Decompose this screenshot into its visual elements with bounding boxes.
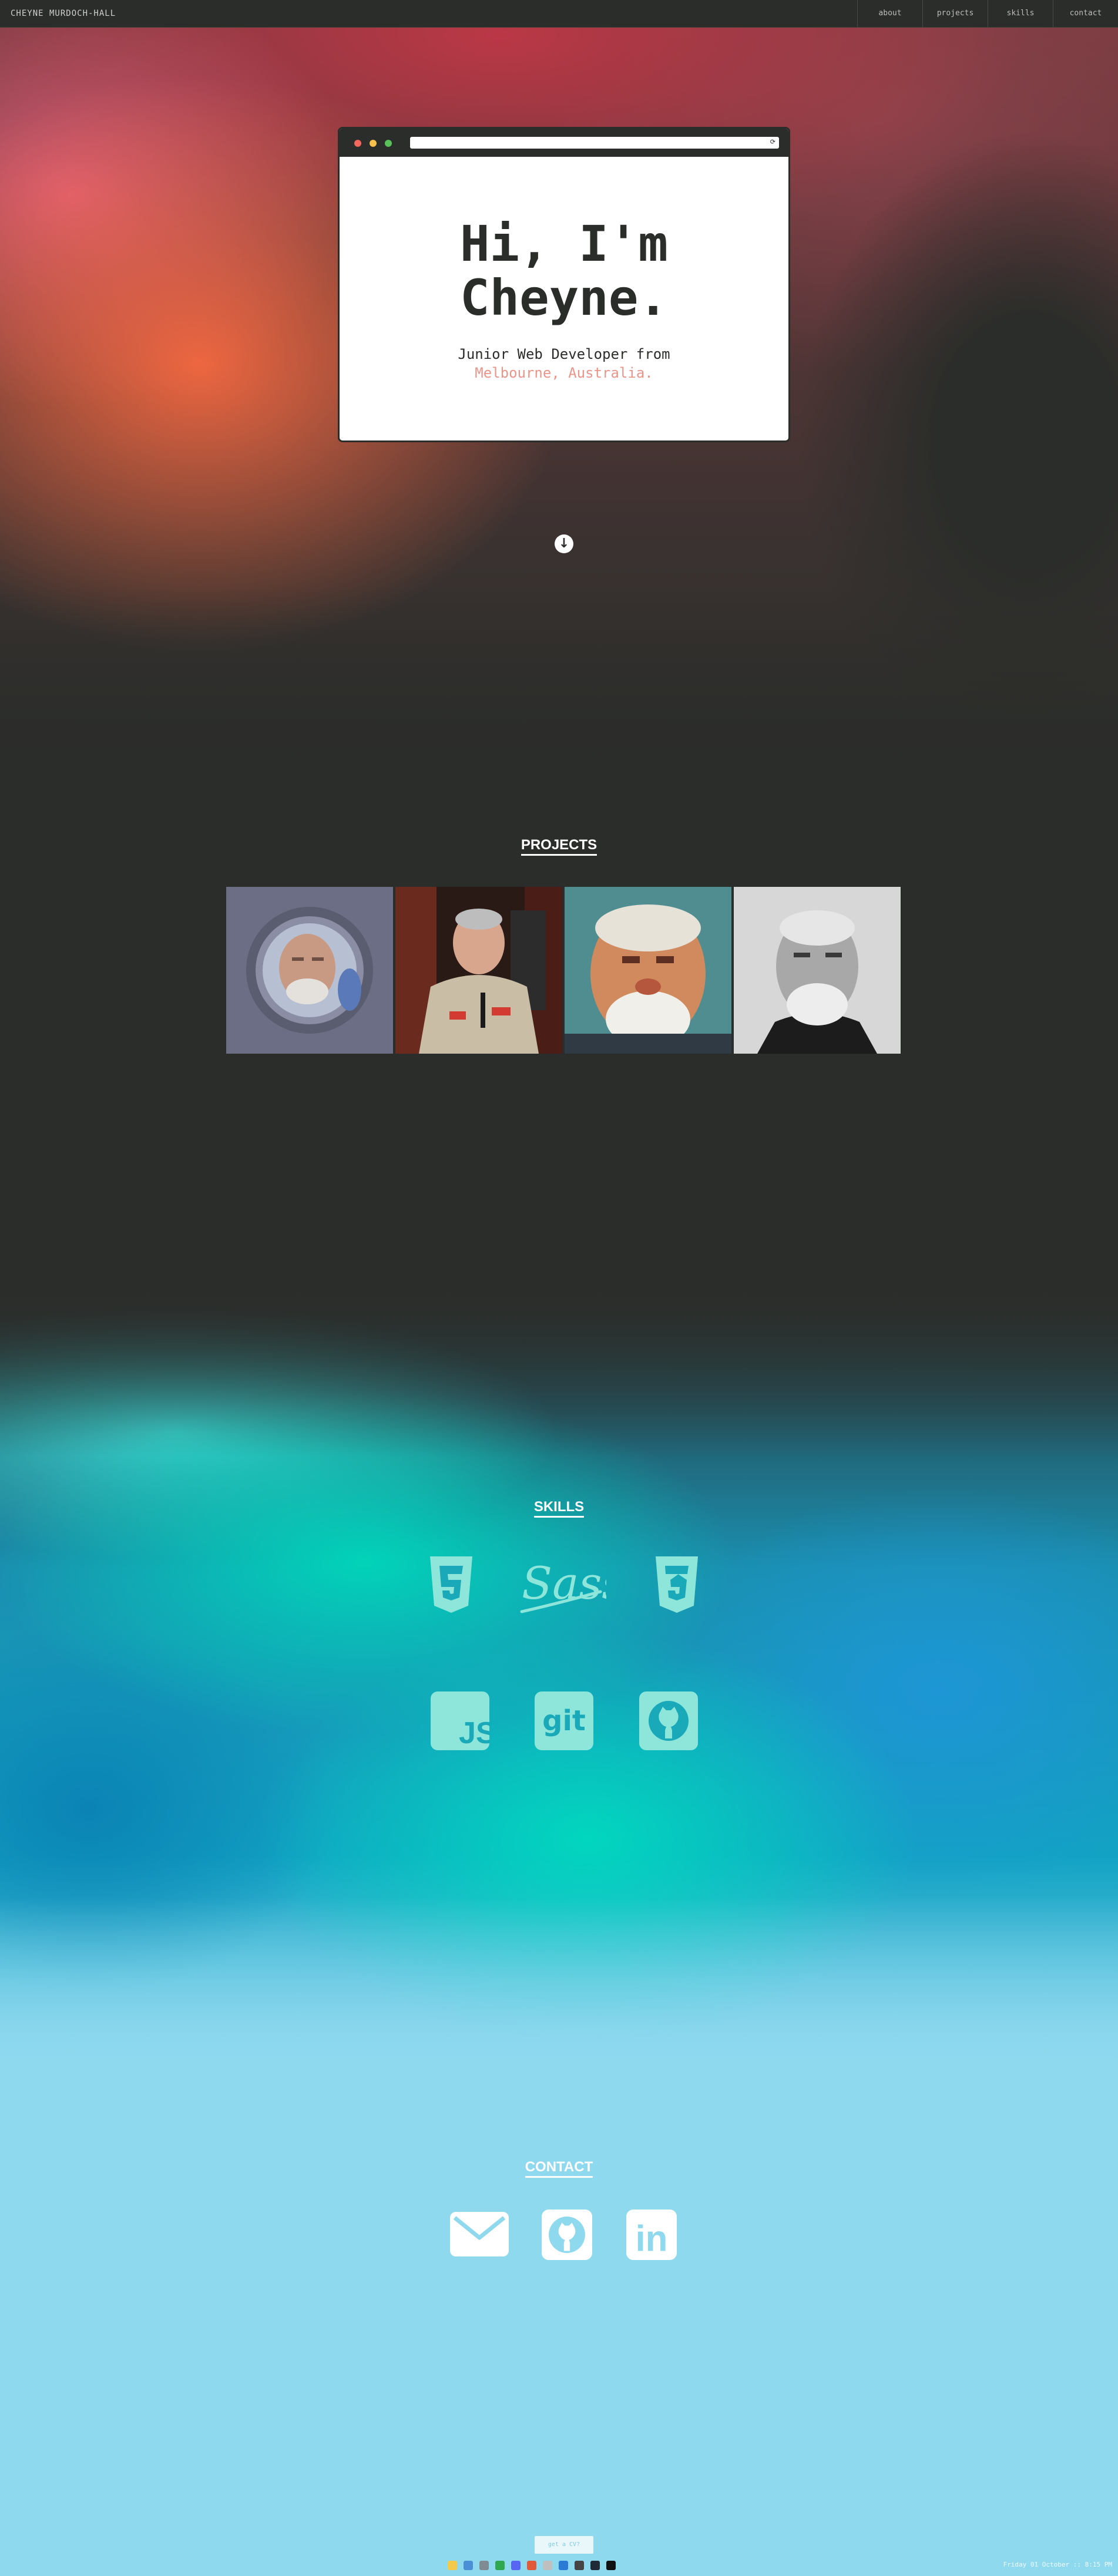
svg-text:JS: JS (459, 1716, 489, 1750)
top-nav: CHEYNE MURDOCH-HALL about projects skill… (0, 0, 1118, 28)
hero-subtitle: Junior Web Developer from Melbourne, Aus… (340, 345, 788, 382)
taskbar: Friday 01 October :: 8:15 PM (0, 2555, 1118, 2576)
project-tile-3[interactable] (565, 887, 731, 1054)
hero-title: Hi, I'm Cheyne. (340, 217, 788, 325)
project-image-2 (395, 887, 562, 1054)
folder-icon[interactable] (448, 2561, 457, 2570)
hero-fade-overlay (0, 587, 1118, 781)
skills-bottom-fade (0, 1897, 1118, 2103)
project-tile-4[interactable] (734, 887, 901, 1054)
javascript-icon: JS (431, 1691, 489, 1750)
settings-icon[interactable] (543, 2561, 552, 2570)
arrow-down-circle-icon[interactable]: ↓ (555, 534, 573, 553)
browser-icon[interactable] (479, 2561, 489, 2570)
project-image-4 (734, 887, 901, 1054)
email-icon[interactable] (450, 2212, 509, 2256)
project-image-1 (226, 887, 393, 1054)
linkedin-icon[interactable]: in (626, 2210, 677, 2260)
svg-text:in: in (635, 2219, 667, 2259)
app-icon[interactable] (464, 2561, 473, 2570)
taskbar-clock: Friday 01 October :: 8:15 PM (1003, 2561, 1112, 2568)
hero-title-line1: Hi, I'm (459, 215, 668, 273)
git-icon: git (535, 1691, 593, 1750)
project-tile-2[interactable] (395, 887, 562, 1054)
hero-location: Melbourne, Australia. (475, 365, 653, 381)
hero-title-line2: Cheyne. (459, 269, 668, 327)
steam-icon[interactable] (590, 2561, 600, 2570)
code-editor-icon[interactable] (559, 2561, 568, 2570)
skills-heading: SKILLS (0, 1499, 1118, 1518)
window-maximize-dot (385, 140, 392, 147)
window-minimize-dot (370, 140, 377, 147)
sass-icon: Sass (518, 1551, 606, 1619)
projects-heading: PROJECTS (0, 837, 1118, 856)
refresh-icon: ⟳ (770, 138, 775, 146)
css3-icon (652, 1556, 701, 1615)
mail-app-icon[interactable] (527, 2561, 536, 2570)
github-icon (639, 1691, 698, 1750)
projects-grid (226, 887, 901, 1054)
html5-icon (427, 1556, 476, 1615)
window-close-dot (354, 140, 361, 147)
terminal-icon[interactable] (575, 2561, 584, 2570)
contact-github-icon[interactable] (542, 2210, 592, 2260)
window-title-bar: ⟳ (340, 129, 788, 157)
site-brand[interactable]: CHEYNE MURDOCH-HALL (11, 0, 116, 27)
contact-heading: CONTACT (0, 2159, 1118, 2178)
project-image-3 (565, 887, 731, 1054)
hero-role: Junior Web Developer from (458, 346, 670, 362)
chat-icon[interactable] (495, 2561, 505, 2570)
project-tile-1[interactable] (226, 887, 393, 1054)
nav-link-contact[interactable]: contact (1053, 0, 1118, 27)
nav-links: about projects skills contact (857, 0, 1118, 27)
hero-browser-window: ⟳ Hi, I'm Cheyne. Junior Web Developer f… (338, 127, 790, 442)
discord-icon[interactable] (511, 2561, 521, 2570)
nav-link-about[interactable]: about (857, 0, 922, 27)
taskbar-icons (448, 2560, 616, 2571)
nav-link-projects[interactable]: projects (922, 0, 988, 27)
console-icon[interactable] (606, 2561, 616, 2570)
nav-link-skills[interactable]: skills (988, 0, 1053, 27)
cv-button[interactable]: get a CV? (535, 2536, 593, 2554)
url-bar: ⟳ (410, 137, 779, 149)
skills-top-fade (0, 1280, 1118, 1457)
svg-text:git: git (542, 1704, 586, 1737)
